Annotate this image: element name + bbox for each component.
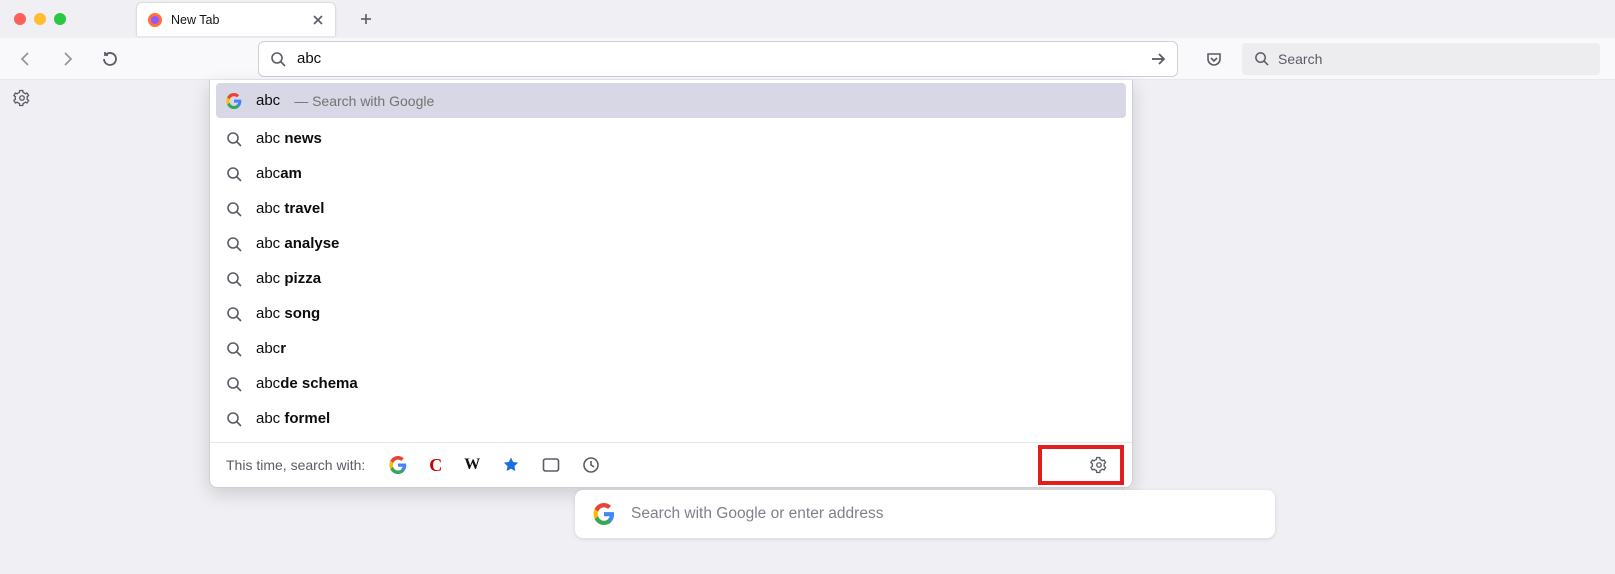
- search-icon: [1252, 50, 1270, 68]
- firefox-favicon-icon: [147, 12, 163, 28]
- search-icon: [269, 50, 287, 68]
- close-tab-icon[interactable]: [311, 13, 325, 27]
- suggestion-row[interactable]: abc song: [210, 296, 1132, 331]
- suggestion-text: abc news: [256, 130, 322, 147]
- suggestion-row[interactable]: abc pizza: [210, 261, 1132, 296]
- secondary-search-bar[interactable]: Search: [1242, 43, 1600, 75]
- engine-google-icon[interactable]: [389, 456, 407, 474]
- engine-tabs-icon[interactable]: [542, 457, 560, 473]
- minimize-window-button[interactable]: [34, 13, 46, 25]
- suggestion-text: abc pizza: [256, 270, 321, 287]
- search-engine-hint: — Search with Google: [294, 93, 434, 109]
- suggestion-text: abcr: [256, 340, 286, 357]
- suggestion-text: abc travel: [256, 200, 324, 217]
- url-input[interactable]: [297, 50, 1139, 67]
- url-suggestions-dropdown: abc — Search with Google abc news abcam ab…: [209, 80, 1133, 488]
- forward-button[interactable]: [54, 45, 82, 73]
- suggestion-text: abc analyse: [256, 235, 339, 252]
- search-icon: [226, 236, 242, 252]
- tab-bar: New Tab: [0, 0, 1615, 38]
- browser-tab[interactable]: New Tab: [136, 2, 336, 36]
- gear-icon[interactable]: [1090, 456, 1108, 474]
- navigation-toolbar: Search: [0, 38, 1615, 80]
- search-icon: [226, 201, 242, 217]
- engine-bookmarks-icon[interactable]: [502, 456, 520, 474]
- maximize-window-button[interactable]: [54, 13, 66, 25]
- suggestion-row[interactable]: abc news: [210, 121, 1132, 156]
- search-with-label: This time, search with:: [226, 457, 365, 473]
- suggestion-text: abcde schema: [256, 375, 358, 392]
- engine-history-icon[interactable]: [582, 456, 600, 474]
- secondary-search-placeholder: Search: [1278, 51, 1322, 67]
- new-tab-search-bar[interactable]: Search with Google or enter address: [575, 490, 1275, 538]
- search-icon: [226, 306, 242, 322]
- suggestion-text: abc formel: [256, 410, 330, 427]
- reload-button[interactable]: [96, 45, 124, 73]
- pocket-button[interactable]: [1200, 45, 1228, 73]
- suggestion-row[interactable]: abcr: [210, 331, 1132, 366]
- url-bar[interactable]: [258, 41, 1178, 77]
- google-icon: [593, 503, 615, 525]
- search-settings-highlight: [1038, 445, 1124, 485]
- tab-title: New Tab: [171, 13, 303, 27]
- suggestion-search-with-google[interactable]: abc — Search with Google: [216, 83, 1126, 118]
- search-icon: [226, 271, 242, 287]
- google-icon: [226, 93, 242, 109]
- suggestion-text: abc song: [256, 305, 320, 322]
- search-icon: [226, 166, 242, 182]
- search-footer: This time, search with: C W: [210, 443, 1132, 487]
- search-icon: [226, 131, 242, 147]
- settings-icon[interactable]: [8, 84, 36, 112]
- go-arrow-icon[interactable]: [1149, 50, 1167, 68]
- suggestion-row[interactable]: abcde schema: [210, 366, 1132, 401]
- suggestion-row[interactable]: abc formel: [210, 401, 1132, 436]
- back-button[interactable]: [12, 45, 40, 73]
- close-window-button[interactable]: [14, 13, 26, 25]
- search-icon: [226, 411, 242, 427]
- suggestion-row[interactable]: abc analyse: [210, 226, 1132, 261]
- engine-c-icon[interactable]: C: [429, 455, 442, 476]
- search-icon: [226, 341, 242, 357]
- suggestion-row[interactable]: abc travel: [210, 191, 1132, 226]
- suggestion-query: abc: [256, 92, 280, 109]
- search-engine-list: C W: [389, 455, 600, 476]
- window-controls: [14, 13, 66, 25]
- suggestion-row[interactable]: abcam: [210, 156, 1132, 191]
- suggestion-text: abcam: [256, 165, 302, 182]
- engine-wikipedia-icon[interactable]: W: [464, 456, 480, 474]
- new-tab-search-placeholder: Search with Google or enter address: [631, 505, 883, 523]
- search-icon: [226, 376, 242, 392]
- new-tab-button[interactable]: [352, 5, 380, 33]
